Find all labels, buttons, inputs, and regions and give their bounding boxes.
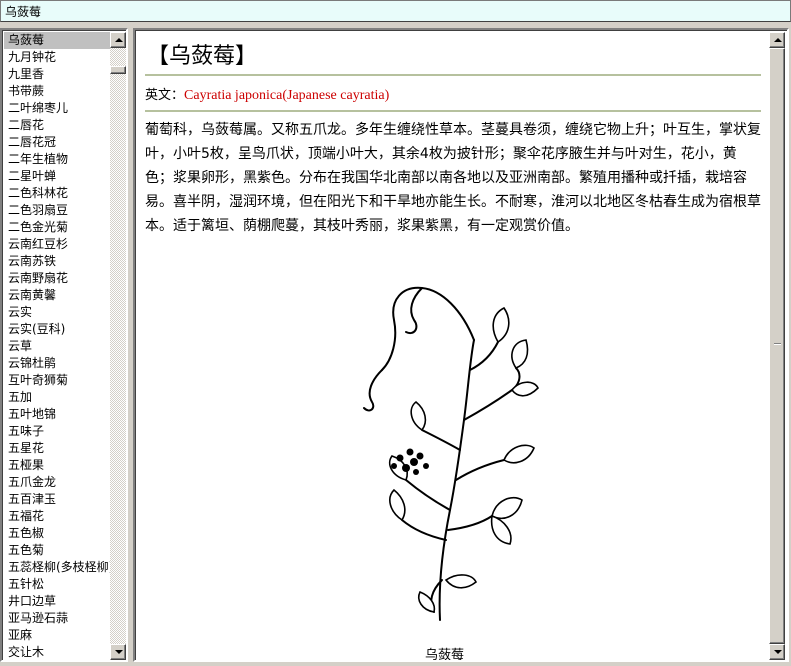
content-scroll-down-button[interactable]: [769, 644, 785, 660]
list-item[interactable]: 云实(豆科): [4, 321, 110, 338]
list-item[interactable]: 井口边草: [4, 593, 110, 610]
list-item[interactable]: 云南苏铁: [4, 253, 110, 270]
title-divider: [145, 74, 761, 76]
plant-illustration-icon: [363, 286, 539, 621]
entry-content-panel: 【乌蔹莓】 英文：Cayratia japonica(Japanese cayr…: [133, 28, 789, 662]
list-item[interactable]: 二唇花: [4, 117, 110, 134]
arrow-down-icon: [115, 650, 123, 654]
content-scroll-thumb[interactable]: [769, 48, 785, 644]
list-item[interactable]: 二色羽扇豆: [4, 202, 110, 219]
list-item[interactable]: 乌蔹莓: [4, 32, 110, 49]
list-item[interactable]: 五味子: [4, 423, 110, 440]
list-item[interactable]: 互叶奇狮菊: [4, 372, 110, 389]
list-item[interactable]: 云锦杜鹃: [4, 355, 110, 372]
list-item[interactable]: 云南黄馨: [4, 287, 110, 304]
entry-description: 葡萄科，乌蔹莓属。又称五爪龙。多年生缠绕性草本。茎蔓具卷须，缠绕它物上升；叶互生…: [145, 122, 761, 234]
list-scroll-thumb[interactable]: [110, 66, 126, 74]
app-window: 乌蔹莓九月钟花九里香书带蕨二叶绵枣儿二唇花二唇花冠二年生植物二星叶蝉二色科林花二…: [0, 0, 791, 666]
list-item[interactable]: 云南野扇花: [4, 270, 110, 287]
english-name: Cayratia japonica(Japanese cayratia): [184, 88, 390, 103]
list-item[interactable]: 五福花: [4, 508, 110, 525]
content-scroll-up-button[interactable]: [769, 32, 785, 48]
list-item[interactable]: 云草: [4, 338, 110, 355]
list-item[interactable]: 五星花: [4, 440, 110, 457]
arrow-down-icon: [774, 650, 782, 654]
list-item[interactable]: 五百津玉: [4, 491, 110, 508]
list-item[interactable]: 二唇花冠: [4, 134, 110, 151]
content-scrollbar[interactable]: [769, 32, 785, 660]
list-item[interactable]: 交让木: [4, 644, 110, 660]
list-scrollbar[interactable]: [110, 32, 126, 660]
thumb-grip: [774, 343, 781, 344]
list-item[interactable]: 九月钟花: [4, 49, 110, 66]
entry-content: 【乌蔹莓】 英文：Cayratia japonica(Japanese cayr…: [137, 32, 769, 660]
english-divider: [145, 110, 761, 112]
list-item[interactable]: 亚马逊石蒜: [4, 610, 110, 627]
list-item[interactable]: 书带蕨: [4, 83, 110, 100]
term-list-panel: 乌蔹莓 九月钟花 九里香 书带蕨 二叶绵枣儿 二唇花 二唇花冠 二年生植物 二星叶蝉 二色科林花二…: [0, 28, 128, 662]
list-item[interactable]: 二星叶蝉: [4, 168, 110, 185]
figure-caption: 乌蔹莓: [425, 648, 465, 660]
english-name-line: 英文：Cayratia japonica(Japanese cayratia): [145, 84, 389, 104]
list-scroll-up-button[interactable]: [110, 32, 126, 48]
search-bar: [0, 0, 791, 22]
list-item[interactable]: 五色菊: [4, 542, 110, 559]
list-scroll-down-button[interactable]: [110, 644, 126, 660]
entry-title: 【乌蔹莓】: [147, 44, 258, 69]
list-item[interactable]: 二色金光菊: [4, 219, 110, 236]
arrow-up-icon: [774, 38, 782, 42]
list-item[interactable]: 二色科林花: [4, 185, 110, 202]
list-item[interactable]: 五针松: [4, 576, 110, 593]
list-item[interactable]: 亚麻: [4, 627, 110, 644]
search-input[interactable]: [5, 3, 785, 19]
list-item[interactable]: 云南红豆杉: [4, 236, 110, 253]
list-item[interactable]: 五叶地锦: [4, 406, 110, 423]
list-item[interactable]: 五色椒: [4, 525, 110, 542]
english-label: 英文：: [145, 88, 185, 103]
list-item[interactable]: 九里香: [4, 66, 110, 83]
list-item[interactable]: 二年生植物: [4, 151, 110, 168]
arrow-up-icon: [115, 38, 123, 42]
list-item[interactable]: 二叶绵枣儿: [4, 100, 110, 117]
list-item[interactable]: 五蕊柽柳(多枝柽柳): [4, 559, 110, 576]
list-item[interactable]: 五桠果: [4, 457, 110, 474]
term-list[interactable]: 乌蔹莓 九月钟花 九里香 书带蕨 二叶绵枣儿 二唇花 二唇花冠 二年生植物 二星叶蝉 二色科林花二…: [4, 32, 110, 660]
list-item[interactable]: 云实: [4, 304, 110, 321]
list-item[interactable]: 五加: [4, 389, 110, 406]
list-item[interactable]: 五爪金龙: [4, 474, 110, 491]
